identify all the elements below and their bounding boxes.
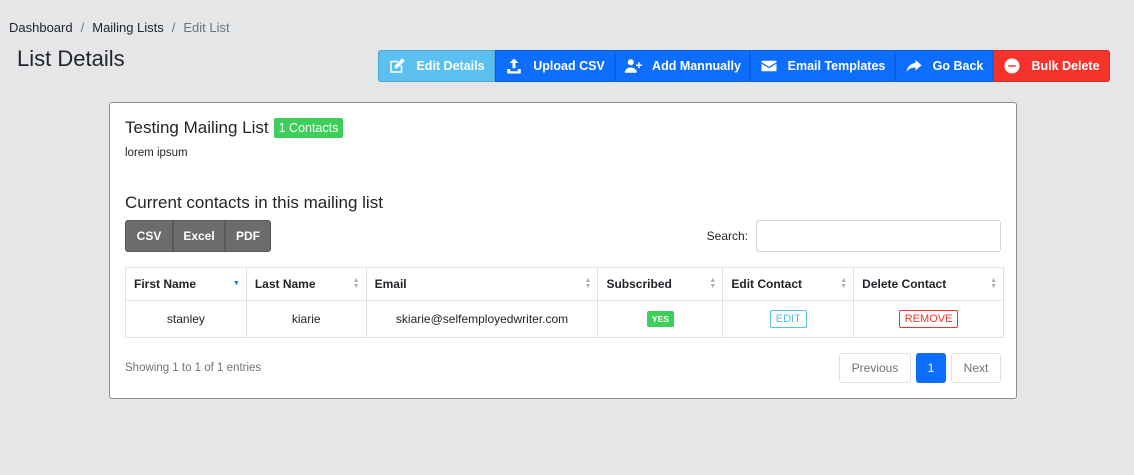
column-header-first-name[interactable]: First Name ▼ (125, 267, 247, 301)
export-pdf-button[interactable]: PDF (225, 220, 271, 252)
column-header-label: First Name (134, 277, 197, 291)
list-name: Testing Mailing List (125, 118, 269, 137)
sort-asc-icon: ▼ (232, 280, 240, 287)
remove-contact-button[interactable]: REMOVE (898, 310, 959, 328)
page-1-button[interactable]: 1 (916, 353, 946, 383)
go-back-button[interactable]: Go Back (895, 50, 993, 82)
column-header-label: Edit Contact (731, 277, 803, 291)
breadcrumb-separator: / (171, 20, 176, 35)
add-manually-button[interactable]: Add Mannually (615, 50, 750, 82)
previous-page-button[interactable]: Previous (839, 353, 911, 383)
breadcrumb-mailing-lists[interactable]: Mailing Lists (92, 20, 164, 35)
export-excel-button[interactable]: Excel (173, 220, 225, 252)
breadcrumb-current: Edit List (183, 20, 230, 35)
bulk-delete-button[interactable]: Bulk Delete (993, 50, 1110, 82)
breadcrumb: Dashboard / Mailing Lists / Edit List (9, 20, 230, 35)
bulk-delete-label: Bulk Delete (1031, 59, 1100, 73)
column-header-email[interactable]: Email ▲ ▼ (365, 267, 599, 301)
list-name-row: Testing Mailing List 1 Contacts (125, 118, 344, 138)
table-header-row: First Name ▼ Last Name ▲ ▼ Email ▲ ▼ Subsc… (125, 267, 1004, 301)
column-header-last-name[interactable]: Last Name ▲ ▼ (245, 267, 367, 301)
sort-icon: ▲ ▼ (584, 277, 592, 290)
sort-icon: ▲ ▼ (709, 277, 717, 290)
export-csv-button[interactable]: CSV (125, 220, 173, 252)
cell-first-name: stanley (125, 300, 247, 338)
search-label: Search: (706, 229, 748, 243)
go-back-label: Go Back (932, 59, 984, 73)
minus-circle-icon (1004, 58, 1020, 74)
contacts-section-title: Current contacts in this mailing list (125, 193, 383, 212)
next-page-button[interactable]: Next (951, 353, 1001, 383)
list-details-card: Testing Mailing List 1 Contacts lorem ip… (109, 102, 1017, 399)
edit-details-label: Edit Details (416, 59, 485, 73)
contacts-table: First Name ▼ Last Name ▲ ▼ Email ▲ ▼ Subsc… (125, 267, 1004, 338)
edit-details-button[interactable]: Edit Details (378, 50, 495, 82)
search-input[interactable] (756, 220, 1001, 252)
column-header-subscribed[interactable]: Subscribed ▲ ▼ (597, 267, 724, 301)
contacts-count-badge: 1 Contacts (273, 118, 344, 138)
toolbar: Edit Details Upload CSV Add Mannually Em… (378, 50, 1110, 82)
column-header-delete-contact[interactable]: Delete Contact ▲ ▼ (853, 267, 1004, 301)
upload-icon (507, 58, 521, 74)
email-templates-button[interactable]: Email Templates (750, 50, 895, 82)
table-row: stanley kiarie skiarie@selfemployedwrite… (125, 300, 1004, 338)
list-description: lorem ipsum (125, 147, 188, 159)
cell-delete-contact: REMOVE (853, 300, 1004, 338)
column-header-edit-contact[interactable]: Edit Contact ▲ ▼ (722, 267, 855, 301)
cell-last-name: kiarie (245, 300, 367, 338)
export-button-group: CSV Excel PDF (125, 220, 271, 252)
sort-icon: ▲ ▼ (840, 277, 848, 290)
breadcrumb-dashboard[interactable]: Dashboard (9, 20, 73, 35)
page-title: List Details (17, 46, 125, 71)
sort-icon: ▲ ▼ (990, 277, 997, 290)
sort-icon: ▲ ▼ (352, 277, 360, 290)
column-header-label: Last Name (254, 277, 316, 291)
subscribed-badge: YES (646, 311, 674, 327)
email-templates-label: Email Templates (787, 59, 886, 73)
breadcrumb-separator: / (80, 20, 85, 35)
upload-csv-button[interactable]: Upload CSV (495, 50, 615, 82)
user-plus-icon (624, 59, 643, 73)
add-manually-label: Add Mannually (652, 59, 741, 73)
search-container: Search: (707, 220, 1001, 252)
column-header-label: Email (374, 277, 407, 291)
share-arrow-icon (906, 60, 922, 72)
upload-csv-label: Upload CSV (533, 59, 605, 73)
column-header-label: Delete Contact (862, 277, 947, 291)
edit-icon (390, 58, 405, 73)
column-header-label: Subscribed (606, 277, 672, 291)
cell-edit-contact: EDIT (722, 300, 855, 338)
envelope-icon (761, 60, 777, 72)
cell-subscribed: YES (597, 300, 724, 338)
edit-contact-button[interactable]: EDIT (769, 310, 807, 328)
pagination: Previous 1 Next (839, 353, 1001, 383)
cell-email: skiarie@selfemployedwriter.com (365, 300, 599, 338)
table-info: Showing 1 to 1 of 1 entries (125, 362, 262, 374)
